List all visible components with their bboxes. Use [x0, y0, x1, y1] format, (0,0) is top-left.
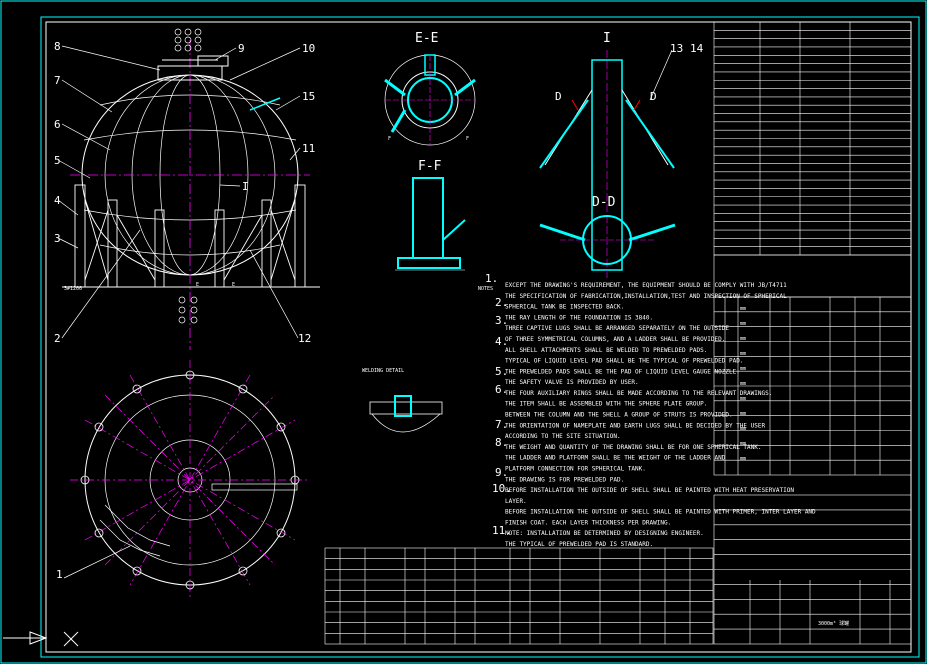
design-data-table [713, 21, 912, 256]
part-numbers-left: 8 7 6 5 4 3 2 1 [54, 40, 63, 581]
note-line: EXCEPT THE DRAWING'S REQUIREMENT, THE EQ… [505, 282, 787, 289]
unit-label: mm [740, 441, 746, 447]
section-marker: D [650, 90, 657, 103]
section-title-e-e: E-E [415, 31, 438, 46]
section-e-e [384, 54, 476, 146]
section-marker: D [555, 90, 562, 103]
part-number-label: 14 [690, 42, 704, 55]
part-number-label: 11 [302, 142, 315, 155]
note-line: THE ORIENTATION OF NAMEPLATE AND EARTH L… [505, 422, 765, 429]
title-block-title: 3000m³ 球罐 [818, 620, 849, 627]
notes-text: EXCEPT THE DRAWING'S REQUIREMENT, THE EQ… [505, 282, 816, 548]
note-line: ACCORDING TO THE SITE SITUATION. [505, 433, 621, 440]
note-line: ALL SHELL ATTACHMENTS SHALL BE WELDED TO… [505, 347, 707, 354]
note-line: THE WEIGHT AND QUANTITY OF THE DRAWING S… [505, 444, 761, 451]
part-number-label: 2 [54, 332, 61, 345]
note-line: THE PREWELDED PADS SHALL BE THE PAD OF L… [505, 368, 740, 375]
section-marker: F [388, 136, 391, 142]
note-line: THE SAFETY VALVE IS PROVIDED BY USER. [505, 379, 639, 386]
note-line: THE LADDER AND PLATFORM SHALL BE THE WEI… [505, 455, 726, 462]
unit-label: mm [740, 426, 746, 432]
part-number-label: 1 [56, 568, 63, 581]
plan-view [63, 360, 310, 600]
note-number: 1. [485, 272, 498, 285]
note-line: BEFORE INSTALLATION THE OUTSIDE OF SHELL… [505, 487, 794, 494]
note-line: THE SPECIFICATION OF FABRICATION,INSTALL… [505, 293, 787, 300]
welding-detail [369, 395, 443, 433]
note-line: TYPICAL OF LIQUID LEVEL PAD SHALL BE THE… [505, 358, 743, 365]
note-line: THE ITEM SHALL BE ASSEMBLED WITH THE SPH… [505, 401, 707, 408]
section-marker: E [196, 282, 199, 288]
part-number-label: 15 [302, 90, 315, 103]
welding-detail-title: WELDING DETAIL [362, 368, 404, 374]
svg-text:3#1200: 3#1200 [64, 286, 82, 292]
unit-label: mm [740, 351, 746, 357]
part-number-label: 6 [54, 118, 61, 131]
section-f-f [395, 177, 466, 271]
section-d-d [539, 215, 676, 265]
part-number-label: 4 [54, 194, 61, 207]
notes-label: NOTES [478, 286, 493, 292]
unit-label: mm [740, 456, 746, 462]
parts-list-table [324, 547, 714, 645]
unit-label: mm [740, 396, 746, 402]
title-block [713, 494, 912, 645]
outer-frame [0, 0, 927, 664]
note-line: THE TYPICAL OF PREWELDED PAD IS STANDARD… [505, 541, 653, 548]
unit-label: mm [740, 411, 746, 417]
note-line: THE DRAWING IS FOR PREWELDED PAD. [505, 476, 624, 483]
note-line: BETWEEN THE COLUMN AND THE SHELL A GROUP… [505, 412, 733, 419]
unit-label: mm [740, 306, 746, 312]
elevation-view: 3#1200 [57, 28, 320, 350]
part-number-label: 10 [302, 42, 315, 55]
detail-marker: I [242, 180, 249, 193]
note-line: PLATFORM CONNECTION FOR SPHERICAL TANK. [505, 466, 646, 473]
detail-i [539, 49, 675, 280]
unit-labels: mm mm mm mm mm mm mm mm mm mm mm [740, 306, 746, 462]
inner-frame [45, 21, 912, 653]
unit-label: mm [740, 321, 746, 327]
section-marker: F [466, 136, 469, 142]
part-number-label: 13 [670, 42, 683, 55]
part-number-label: 7 [54, 74, 61, 87]
section-marker: E [232, 282, 235, 288]
note-line: OF THREE SYMMETRICAL COLUMNS, AND A LADD… [505, 336, 725, 343]
drawing-frame [40, 16, 920, 658]
part-number-label: 5 [54, 154, 61, 167]
section-title-f-f: F-F [418, 159, 442, 174]
unit-label: mm [740, 336, 746, 342]
part-number-label: 12 [298, 332, 311, 345]
note-line: THREE CAPTIVE LUGS SHALL BE ARRANGED SEP… [505, 325, 729, 332]
part-number-label: 3 [54, 232, 61, 245]
note-line: FINISH COAT. EACH LAYER THICKNESS PER DR… [505, 519, 671, 526]
unit-label: mm [740, 366, 746, 372]
part-number-label: 8 [54, 40, 61, 53]
note-line: NOTE: INSTALLATION BE DETERMINED BY DESI… [505, 530, 704, 537]
note-line: THE RAY LENGTH OF THE FOUNDATION IS 3840… [505, 314, 653, 321]
part-number-label: 9 [238, 42, 245, 55]
note-line: THE FOUR AUXILIARY RINGS SHALL BE MADE A… [505, 390, 772, 397]
note-line: LAYER. [505, 498, 527, 505]
section-title-d-d: D-D [592, 195, 616, 210]
note-line: SPHERICAL TANK BE INSPECTED BACK. [505, 304, 624, 311]
unit-label: mm [740, 381, 746, 387]
detail-title-i: I [603, 31, 611, 46]
cad-drawing-canvas: 3#1200 8 7 6 5 4 3 2 1 9 10 15 11 12 13 … [0, 0, 927, 664]
